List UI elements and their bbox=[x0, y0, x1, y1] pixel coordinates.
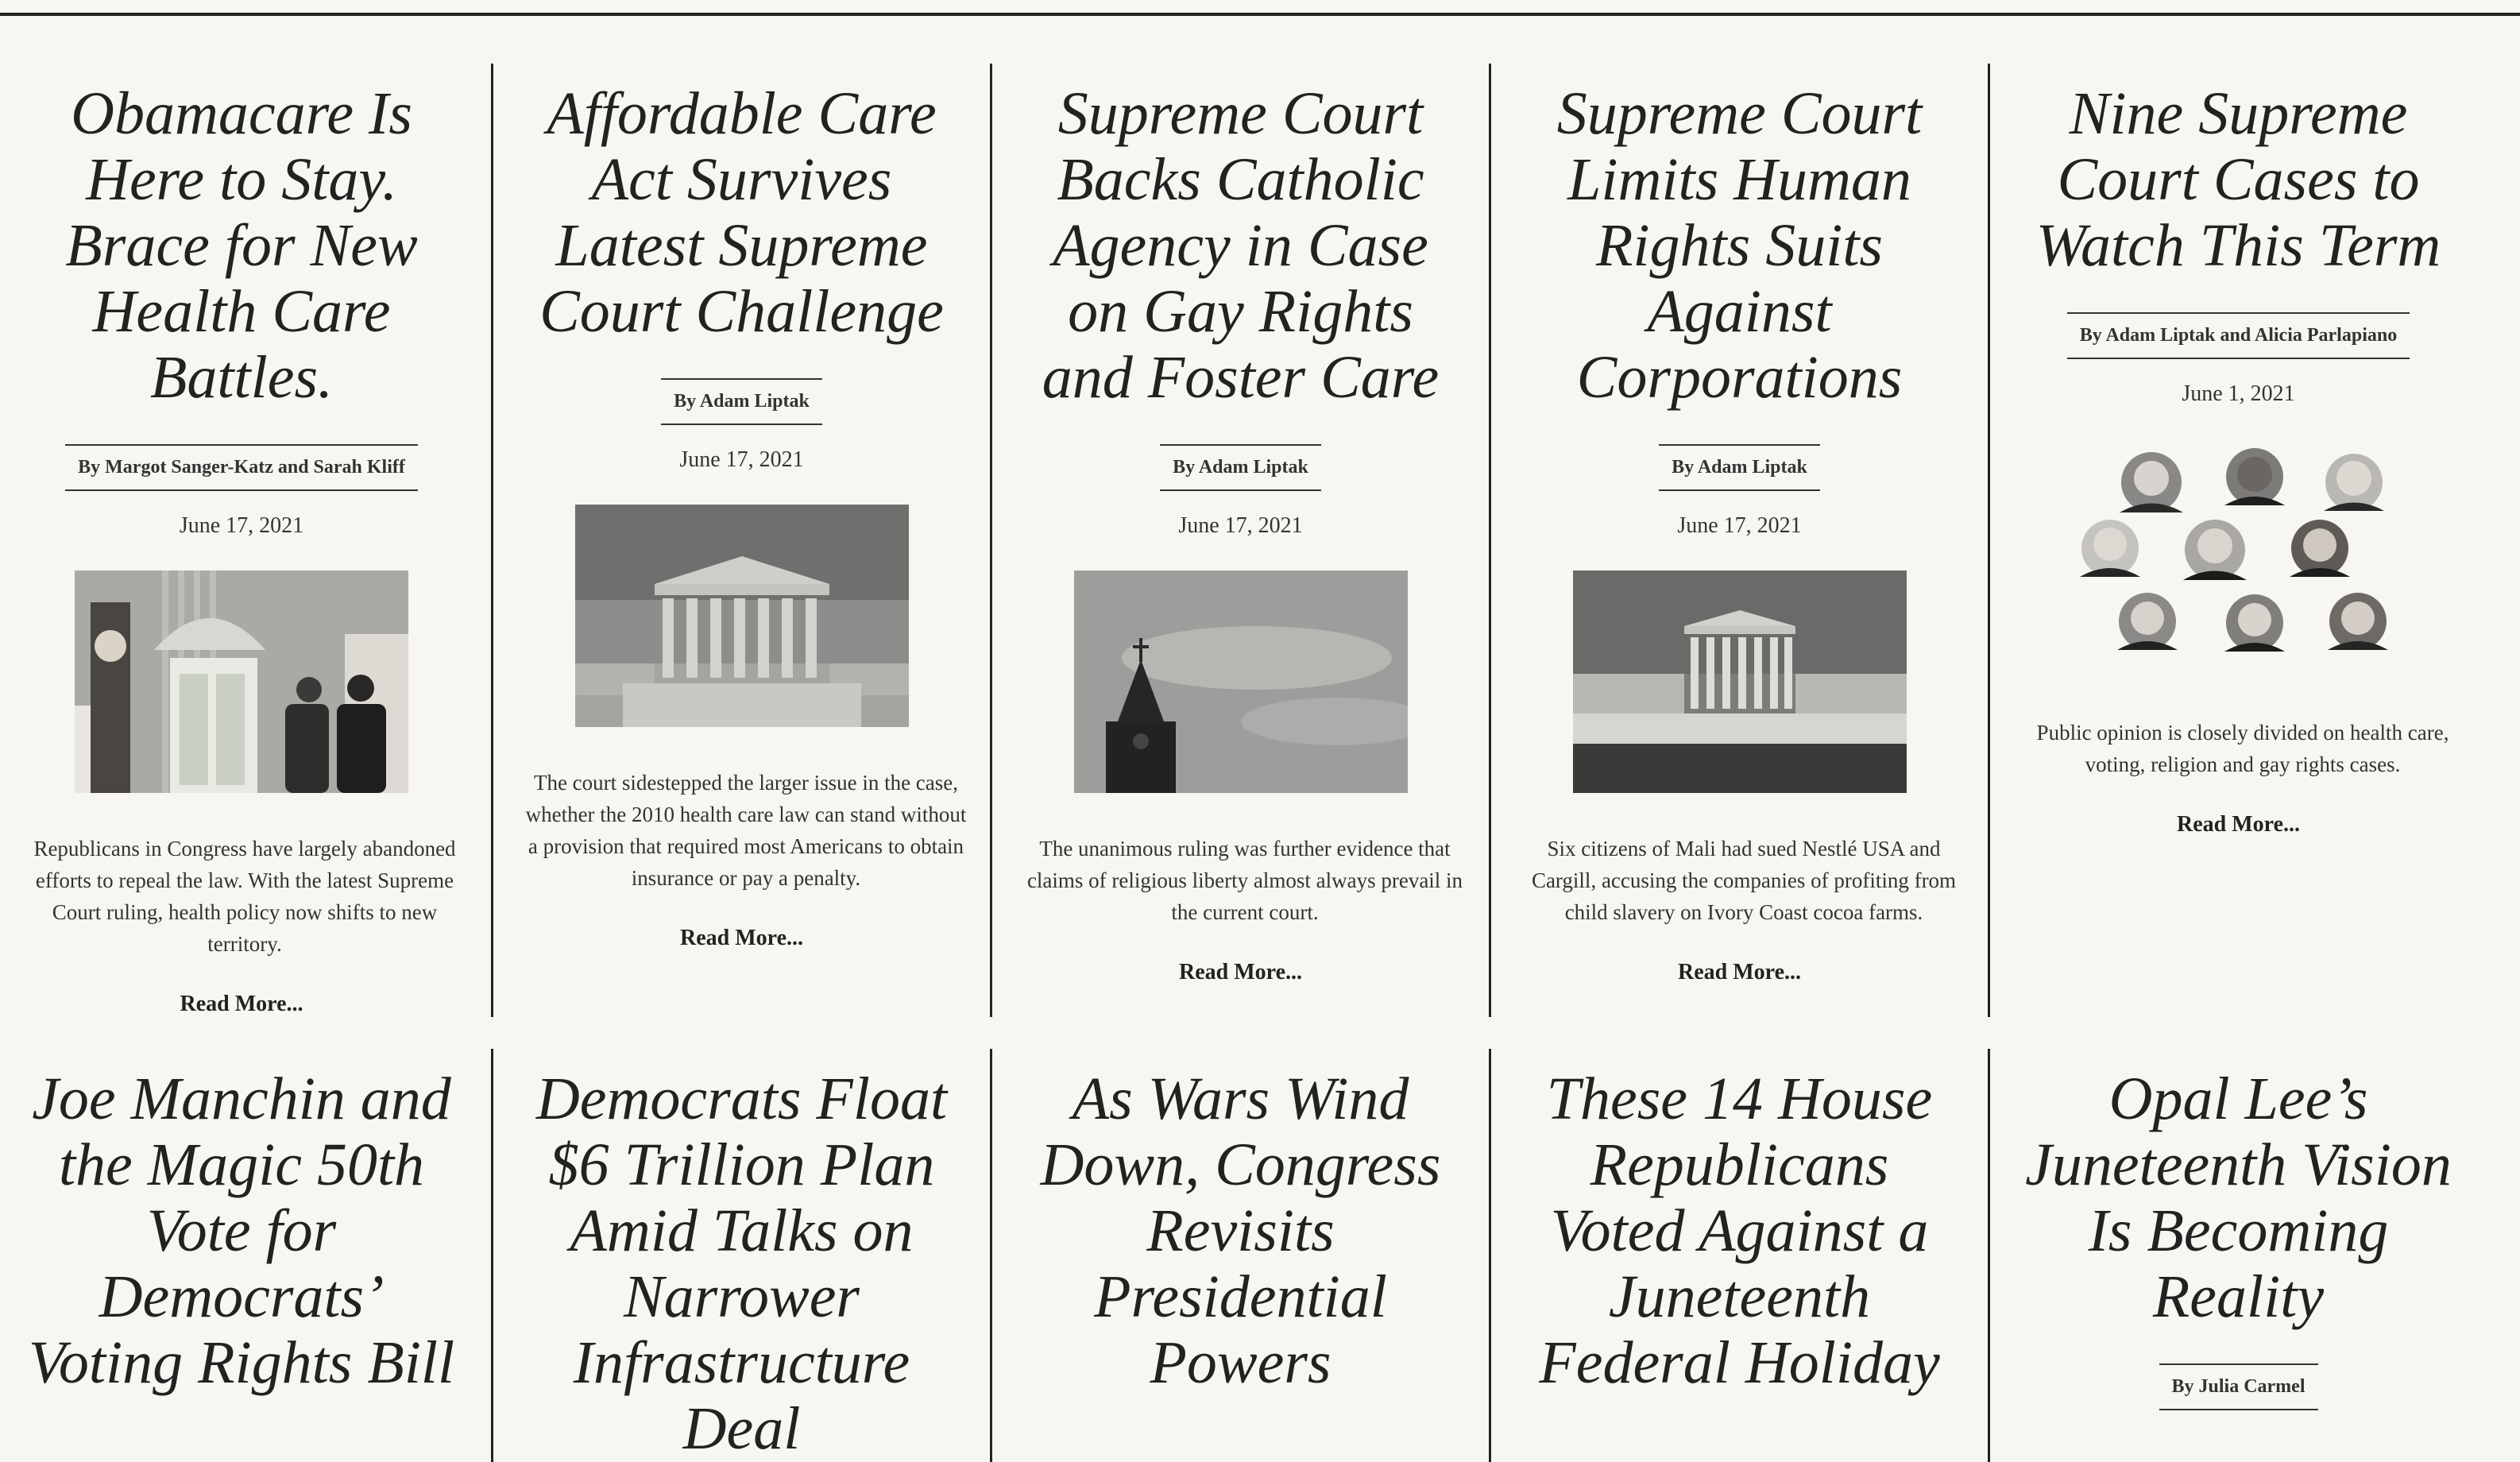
article-grid-row-1: Obamacare Is Here to Stay. Brace for New… bbox=[0, 64, 2495, 1017]
article-byline: By Adam Liptak bbox=[1160, 444, 1321, 491]
article-card: Supreme Court Limits Human Rights Suits … bbox=[1489, 64, 1988, 1017]
article-headline[interactable]: As Wars Wind Down, Congress Revisits Pre… bbox=[1021, 1066, 1460, 1396]
church-steeple-photo[interactable] bbox=[1073, 570, 1408, 793]
justice-portrait-6 bbox=[2289, 520, 2350, 577]
read-more-link[interactable]: Read More... bbox=[1678, 960, 1801, 985]
read-more-link[interactable]: Read More... bbox=[180, 992, 303, 1017]
read-more-link[interactable]: Read More... bbox=[2177, 812, 2300, 837]
justice-portrait-5 bbox=[2182, 520, 2247, 580]
article-summary: Republicans in Congress have largely aba… bbox=[33, 837, 456, 956]
read-more-link[interactable]: Read More... bbox=[680, 926, 803, 951]
supreme-court-building-photo[interactable] bbox=[574, 505, 909, 727]
article-headline[interactable]: Nine Supreme Court Cases to Watch This T… bbox=[2019, 81, 2458, 279]
article-byline: By Adam Liptak bbox=[661, 378, 822, 425]
article-grid-row-2: Joe Manchin and the Magic 50th Vote for … bbox=[0, 1049, 2495, 1462]
article-card: Obamacare Is Here to Stay. Brace for New… bbox=[0, 64, 491, 1017]
article-headline[interactable]: Supreme Court Backs Catholic Agency in C… bbox=[1021, 81, 1460, 411]
justice-portrait-3 bbox=[2323, 454, 2384, 511]
article-summary: Six citizens of Mali had sued Nestlé USA… bbox=[1531, 837, 1957, 924]
article-byline: By Adam Liptak and Alicia Parlapiano bbox=[2066, 312, 2410, 359]
article-card: Nine Supreme Court Cases to Watch This T… bbox=[1988, 64, 2487, 1017]
article-card: Supreme Court Backs Catholic Agency in C… bbox=[990, 64, 1489, 1017]
article-summary: The unanimous ruling was further evidenc… bbox=[1026, 837, 1463, 924]
article-card: Joe Manchin and the Magic 50th Vote for … bbox=[0, 1049, 491, 1462]
justice-portrait-8 bbox=[2224, 594, 2285, 652]
justice-portrait-1 bbox=[2119, 452, 2183, 512]
article-summary: The court sidestepped the larger issue i… bbox=[525, 771, 967, 890]
article-card: Opal Lee’s Juneteenth Vision Is Becoming… bbox=[1988, 1049, 2487, 1462]
oval-office-photo[interactable] bbox=[75, 570, 408, 793]
top-rule bbox=[0, 13, 2520, 16]
article-card: Democrats Float $6 Trillion Plan Amid Ta… bbox=[491, 1049, 990, 1462]
article-card: As Wars Wind Down, Congress Revisits Pre… bbox=[990, 1049, 1489, 1462]
article-byline: By Julia Carmel bbox=[2159, 1363, 2318, 1410]
article-byline: By Adam Liptak bbox=[1659, 444, 1820, 491]
justices-portraits[interactable] bbox=[2064, 439, 2414, 677]
article-headline[interactable]: These 14 House Republicans Voted Against… bbox=[1520, 1066, 1959, 1396]
article-headline[interactable]: Supreme Court Limits Human Rights Suits … bbox=[1520, 81, 1959, 411]
article-card: Affordable Care Act Survives Latest Supr… bbox=[491, 64, 990, 1017]
article-date: June 17, 2021 bbox=[1178, 513, 1303, 538]
justice-portrait-7 bbox=[2116, 593, 2178, 650]
article-headline[interactable]: Obamacare Is Here to Stay. Brace for New… bbox=[21, 81, 462, 411]
article-date: June 1, 2021 bbox=[2182, 381, 2295, 406]
justice-portrait-4 bbox=[2079, 520, 2140, 577]
supreme-court-plaza-photo[interactable] bbox=[1572, 570, 1907, 793]
article-date: June 17, 2021 bbox=[679, 447, 804, 472]
read-more-link[interactable]: Read More... bbox=[1179, 960, 1302, 985]
article-headline[interactable]: Democrats Float $6 Trillion Plan Amid Ta… bbox=[522, 1066, 961, 1462]
article-card: These 14 House Republicans Voted Against… bbox=[1489, 1049, 1988, 1462]
article-date: June 17, 2021 bbox=[1677, 513, 1802, 538]
article-date: June 17, 2021 bbox=[179, 513, 304, 538]
article-byline: By Margot Sanger-Katz and Sarah Kliff bbox=[65, 444, 418, 491]
justice-portrait-2 bbox=[2224, 448, 2285, 505]
article-summary: Public opinion is closely divided on hea… bbox=[2036, 721, 2449, 776]
article-headline[interactable]: Affordable Care Act Survives Latest Supr… bbox=[522, 81, 961, 345]
article-headline[interactable]: Opal Lee’s Juneteenth Vision Is Becoming… bbox=[2019, 1066, 2458, 1330]
justice-portrait-9 bbox=[2327, 593, 2388, 650]
article-headline[interactable]: Joe Manchin and the Magic 50th Vote for … bbox=[21, 1066, 462, 1396]
